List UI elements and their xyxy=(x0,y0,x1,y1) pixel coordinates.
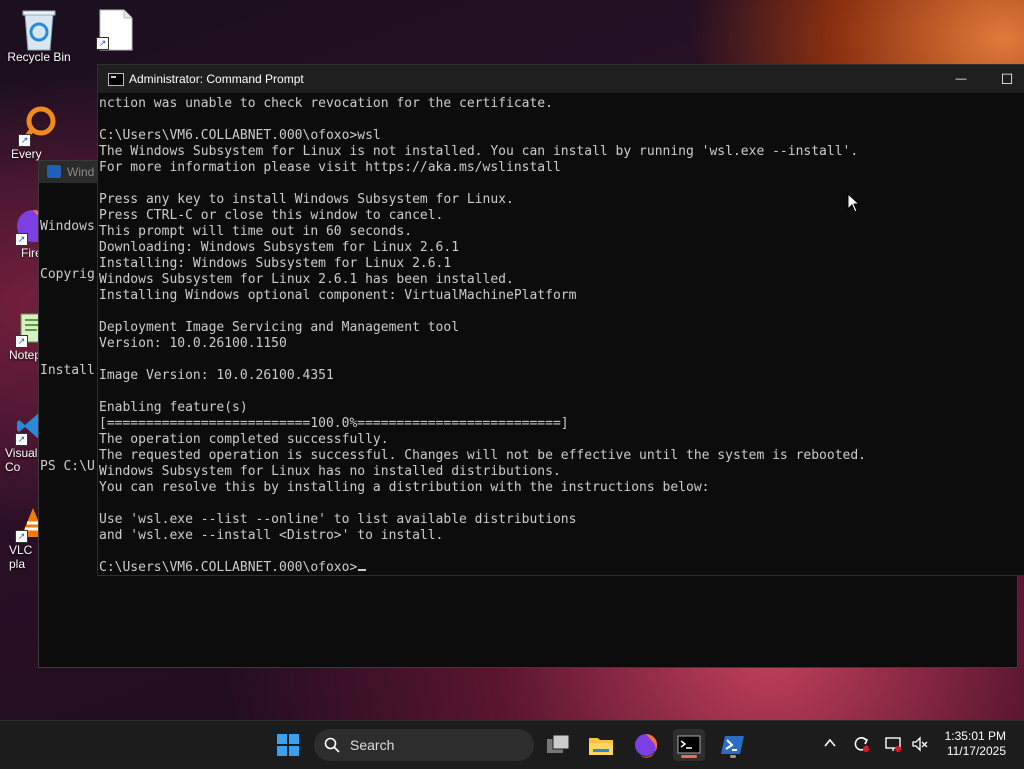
mouse-pointer-icon xyxy=(847,193,861,213)
console-line: For more information please visit https:… xyxy=(99,160,561,175)
sync-tray-button[interactable] xyxy=(851,735,871,755)
console-line: Version: 10.0.26100.1150 xyxy=(99,336,287,351)
folder-icon xyxy=(589,738,613,755)
network-icon xyxy=(885,737,901,752)
console-line: Use 'wsl.exe --list --online' to list av… xyxy=(99,512,577,527)
command-prompt-titlebar[interactable]: Administrator: Command Prompt — ☐ xyxy=(98,65,1024,93)
desktop-icon-label: Every xyxy=(11,147,42,161)
powershell-taskbar-button[interactable] xyxy=(717,729,749,761)
console-line: Enabling feature(s) xyxy=(99,400,248,415)
console-line: Press CTRL-C or close this window to can… xyxy=(99,208,444,223)
shortcut-arrow-icon: ↗ xyxy=(15,233,28,246)
window-title: Administrator: Command Prompt xyxy=(129,72,304,86)
windows-logo-icon xyxy=(277,734,299,756)
search-placeholder: Search xyxy=(350,737,395,753)
minimize-button[interactable]: — xyxy=(938,65,984,93)
command-prompt-window[interactable]: Administrator: Command Prompt — ☐ nction… xyxy=(97,64,1024,576)
command-prompt-icon xyxy=(108,73,124,86)
show-hidden-icons-button[interactable] xyxy=(820,735,840,755)
console-line: Installing Windows optional component: V… xyxy=(99,288,577,303)
firefox-taskbar-button[interactable] xyxy=(630,729,662,761)
clock-date: 11/17/2025 xyxy=(946,744,1006,758)
console-output[interactable]: nction was unable to check revocation fo… xyxy=(98,93,1024,576)
console-line: [==========================100.0%=======… xyxy=(99,416,569,431)
console-line: This prompt will time out in 60 seconds. xyxy=(99,224,413,239)
chevron-up-icon xyxy=(824,738,836,747)
taskbar: Search 1:35:01 PM 11/17/2025 xyxy=(0,720,1024,769)
shortcut-arrow-icon: ↗ xyxy=(96,37,109,50)
system-clock[interactable]: 1:35:01 PM 11/17/2025 xyxy=(945,729,1006,759)
console-line: Image Version: 10.0.26100.4351 xyxy=(99,368,334,383)
console-line: The requested operation is successful. C… xyxy=(99,448,867,463)
running-indicator xyxy=(730,755,736,758)
maximize-button[interactable]: ☐ xyxy=(984,65,1024,93)
volume-tray-button[interactable] xyxy=(910,735,930,755)
active-indicator xyxy=(681,755,697,758)
terminal-taskbar-button[interactable] xyxy=(673,729,705,761)
console-line: The operation completed successfully. xyxy=(99,432,389,447)
task-view-button[interactable] xyxy=(542,729,574,761)
console-line: Windows Subsystem for Linux has no insta… xyxy=(99,464,561,479)
firefox-icon xyxy=(635,734,658,758)
console-line: Downloading: Windows Subsystem for Linux… xyxy=(99,240,460,255)
shortcut-arrow-icon: ↗ xyxy=(18,134,31,147)
console-line: Installing: Windows Subsystem for Linux … xyxy=(99,256,452,271)
desktop-icon-everything[interactable]: ↗ Every xyxy=(3,105,73,161)
text-cursor xyxy=(358,569,367,571)
console-line: nction was unable to check revocation fo… xyxy=(99,96,553,111)
magnifier-app-icon: ↗ xyxy=(18,105,58,147)
desktop-icon-recycle-bin[interactable]: Recycle Bin xyxy=(3,8,75,64)
console-line: Press any key to install Windows Subsyst… xyxy=(99,192,514,207)
powershell-icon xyxy=(47,165,61,178)
start-button[interactable] xyxy=(272,729,304,761)
shortcut-arrow-icon: ↗ xyxy=(15,530,28,543)
recycle-bin-icon xyxy=(19,8,59,51)
task-view-icon xyxy=(547,734,570,753)
console-line: The Windows Subsystem for Linux is not i… xyxy=(99,144,859,159)
sync-icon xyxy=(854,737,869,752)
shortcut-arrow-icon: ↗ xyxy=(15,335,28,348)
search-icon xyxy=(324,737,340,753)
taskbar-search[interactable]: Search xyxy=(314,729,534,761)
network-tray-button[interactable] xyxy=(883,735,903,755)
powershell-title: Wind xyxy=(67,165,95,179)
volume-muted-icon xyxy=(912,736,928,752)
desktop-icon-label: Recycle Bin xyxy=(7,50,71,64)
console-line: You can resolve this by installing a dis… xyxy=(99,480,710,495)
console-prompt-line[interactable]: C:\Users\VM6.COLLABNET.000\ofoxo> xyxy=(99,560,1024,576)
console-prompt: C:\Users\VM6.COLLABNET.000\ofoxo> xyxy=(99,560,358,575)
console-line: C:\Users\VM6.COLLABNET.000\ofoxo>wsl xyxy=(99,128,381,143)
console-line: Windows Subsystem for Linux 2.6.1 has be… xyxy=(99,272,514,287)
desktop-icon-file[interactable]: ↗ xyxy=(80,8,152,51)
console-line: and 'wsl.exe --install <Distro>' to inst… xyxy=(99,528,444,543)
clock-time: 1:35:01 PM xyxy=(944,729,1006,743)
shortcut-arrow-icon: ↗ xyxy=(15,433,28,446)
console-line: Deployment Image Servicing and Managemen… xyxy=(99,320,460,335)
file-explorer-button[interactable] xyxy=(585,729,617,761)
file-icon: ↗ xyxy=(96,8,136,51)
